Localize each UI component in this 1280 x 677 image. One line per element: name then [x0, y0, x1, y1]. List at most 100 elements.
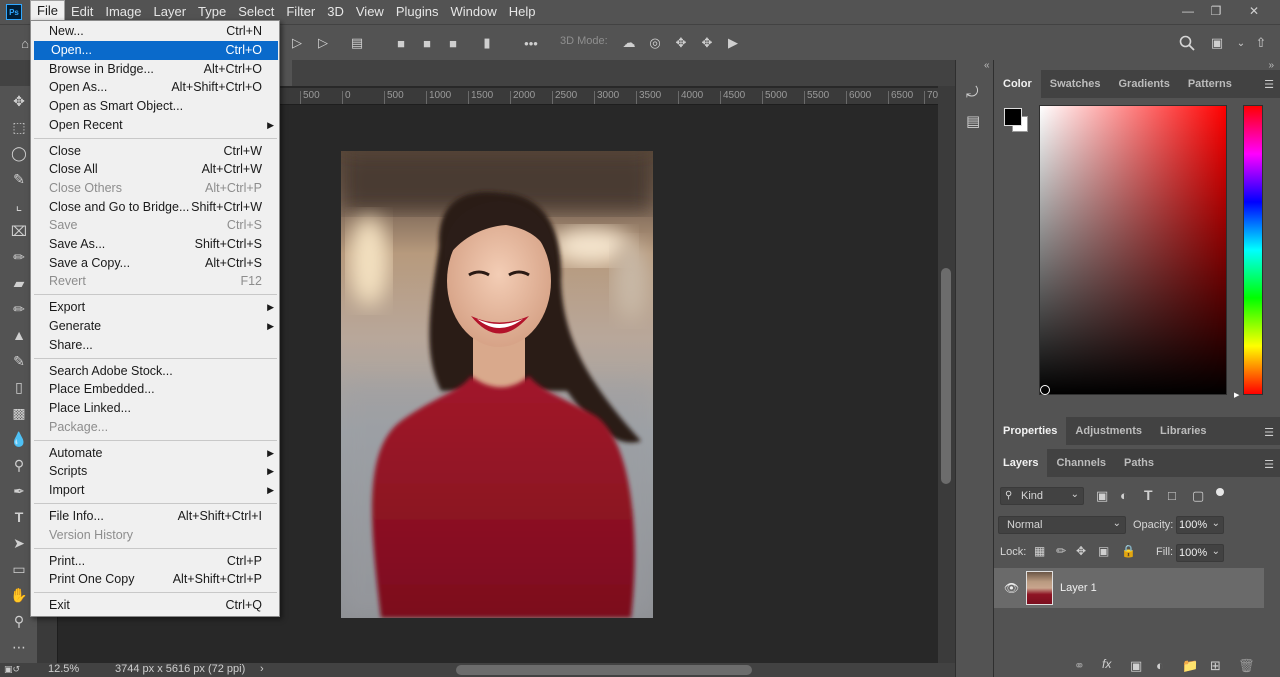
move-tool-icon[interactable]: ✥ [8, 90, 30, 112]
comments-panel-icon[interactable]: ▤ [966, 112, 980, 130]
foreground-color-swatch[interactable] [1004, 108, 1022, 126]
layer-effects-icon[interactable]: fx [1102, 657, 1111, 671]
restore-icon[interactable]: ❐ [1200, 0, 1232, 22]
lock-artboard-icon[interactable]: ▣ [1098, 544, 1109, 558]
menu-item-close-all[interactable]: Close All Alt+Ctrl+W [32, 160, 278, 179]
eyedropper-tool-icon[interactable]: ✏ [8, 246, 30, 268]
type-tool-icon[interactable]: T [8, 506, 30, 528]
filter-toggle-icon[interactable] [1216, 488, 1224, 496]
delete-layer-icon[interactable]: 🗑 [1238, 658, 1255, 674]
menu-item-open-as[interactable]: Open As... Alt+Shift+Ctrl+O [32, 78, 278, 97]
lock-transparent-pixels-icon[interactable]: ▦ [1034, 544, 1045, 558]
menu-item-close-and-go-to-bridge[interactable]: Close and Go to Bridge... Shift+Ctrl+W [32, 198, 278, 217]
layer-thumbnail[interactable] [1026, 571, 1053, 605]
tab-layers[interactable]: Layers [994, 449, 1048, 477]
menu-item-browse-in-bridge[interactable]: Browse in Bridge... Alt+Ctrl+O [32, 60, 278, 79]
new-adjustment-layer-icon[interactable]: ◐ [1156, 658, 1164, 673]
tab-patterns[interactable]: Patterns [1179, 70, 1241, 98]
menu-item-automate[interactable]: Automate ▶ [32, 444, 278, 463]
edit-toolbar-icon[interactable]: ⋯ [8, 636, 30, 658]
zoom-level[interactable]: 12.5% [48, 663, 79, 675]
close-icon[interactable]: ✕ [1238, 0, 1270, 22]
horizontal-scroll-thumb[interactable] [456, 665, 752, 675]
align-right-edges-icon[interactable]: ▷ [288, 34, 306, 52]
menu-item-save-a-copy[interactable]: Save a Copy... Alt+Ctrl+S [32, 254, 278, 273]
tab-libraries[interactable]: Libraries [1151, 417, 1215, 445]
menu-item-generate[interactable]: Generate ▶ [32, 317, 278, 336]
layers-panel-menu-icon[interactable]: ☰ [1264, 458, 1274, 471]
menu-window[interactable]: Window [444, 0, 502, 24]
menu-3d[interactable]: 3D [321, 0, 350, 24]
menu-item-close[interactable]: Close Ctrl+W [32, 142, 278, 161]
clone-stamp-tool-icon[interactable]: ▲ [8, 324, 30, 346]
menu-item-print[interactable]: Print... Ctrl+P [32, 552, 278, 571]
tab-paths[interactable]: Paths [1115, 449, 1163, 477]
menu-item-exit[interactable]: Exit Ctrl+Q [32, 596, 278, 615]
align-bottom-icon[interactable]: ■ [444, 34, 462, 52]
blur-tool-icon[interactable]: 💧 [8, 428, 30, 450]
chevron-right-icon[interactable]: › [260, 663, 264, 675]
new-group-icon[interactable]: 📁 [1182, 658, 1198, 674]
menu-item-open[interactable]: Open... Ctrl+O [34, 41, 278, 60]
opacity-field[interactable]: 100% ⌄ [1176, 516, 1224, 534]
filter-smart-objects-icon[interactable]: ▢ [1192, 488, 1204, 504]
eraser-tool-icon[interactable]: ▯ [8, 376, 30, 398]
link-layers-icon[interactable]: ⚭ [1074, 658, 1085, 674]
layer-row[interactable]: 👁 Layer 1 [994, 568, 1264, 608]
document-tab[interactable] [280, 60, 292, 86]
marquee-tool-icon[interactable]: ⬚ [8, 116, 30, 138]
menu-item-import[interactable]: Import ▶ [32, 481, 278, 500]
3d-pan-icon[interactable]: ✥ [672, 34, 690, 52]
menu-item-print-one-copy[interactable]: Print One Copy Alt+Shift+Ctrl+P [32, 570, 278, 589]
tab-gradients[interactable]: Gradients [1109, 70, 1178, 98]
lasso-tool-icon[interactable]: ◯ [8, 142, 30, 164]
layer-filter-kind-select[interactable]: ⚲ Kind ⌄ [1000, 487, 1084, 505]
zoom-tool-icon[interactable]: ⚲ [8, 610, 30, 632]
path-selection-tool-icon[interactable]: ➤ [8, 532, 30, 554]
share-icon[interactable]: ⇧ [1252, 34, 1270, 52]
dodge-tool-icon[interactable]: ⚲ [8, 454, 30, 476]
menu-item-place-linked[interactable]: Place Linked... [32, 399, 278, 418]
rectangle-tool-icon[interactable]: ▭ [8, 558, 30, 580]
add-mask-icon[interactable]: ▣ [1130, 658, 1142, 674]
canvas-scroll-thumb[interactable] [941, 268, 951, 484]
eye-icon[interactable]: 👁 [1004, 581, 1019, 595]
lock-all-icon[interactable]: 🔒 [1121, 544, 1136, 558]
color-field[interactable] [1039, 105, 1227, 395]
filter-adjustment-layers-icon[interactable]: ◐ [1120, 488, 1128, 503]
tab-swatches[interactable]: Swatches [1041, 70, 1110, 98]
collapse-panels-icon[interactable]: « [984, 60, 990, 71]
chevron-down-icon[interactable]: ⌄ [1232, 34, 1250, 52]
menu-item-file-info[interactable]: File Info... Alt+Shift+Ctrl+I [32, 507, 278, 526]
3d-scale-icon[interactable]: ▶ [724, 34, 742, 52]
lock-image-pixels-icon[interactable]: ✏ [1056, 544, 1066, 558]
menu-item-save-as[interactable]: Save As... Shift+Ctrl+S [32, 235, 278, 254]
menu-item-export[interactable]: Export ▶ [32, 298, 278, 317]
filter-pixel-layers-icon[interactable]: ▣ [1096, 488, 1108, 504]
menu-item-place-embedded[interactable]: Place Embedded... [32, 380, 278, 399]
gradient-tool-icon[interactable]: ▩ [8, 402, 30, 424]
properties-panel-menu-icon[interactable]: ☰ [1264, 426, 1274, 439]
crop-tool-icon[interactable]: ⌞ [8, 194, 30, 216]
tab-properties[interactable]: Properties [994, 417, 1067, 445]
layer-name[interactable]: Layer 1 [1060, 582, 1097, 594]
align-top-icon[interactable]: ■ [392, 34, 410, 52]
fill-field[interactable]: 100% ⌄ [1176, 544, 1224, 562]
brush-tool-icon[interactable]: ✏ [8, 298, 30, 320]
menu-item-open-recent[interactable]: Open Recent ▶ [32, 116, 278, 135]
hue-slider-handle[interactable]: ▶ [1234, 391, 1239, 399]
align-vertical-center-icon[interactable]: ■ [418, 34, 436, 52]
menu-item-scripts[interactable]: Scripts ▶ [32, 462, 278, 481]
menu-file[interactable]: File [30, 0, 65, 22]
color-picker-cursor[interactable] [1040, 385, 1050, 395]
menu-view[interactable]: View [350, 0, 390, 24]
frame-tool-icon[interactable]: ⌧ [8, 220, 30, 242]
quick-selection-tool-icon[interactable]: ✎ [8, 168, 30, 190]
align-right-icon[interactable]: ▷ [314, 34, 332, 52]
workspace-icon[interactable]: ▣ [1208, 34, 1226, 52]
tab-channels[interactable]: Channels [1047, 449, 1115, 477]
document-info[interactable]: 3744 px x 5616 px (72 ppi) [115, 663, 245, 675]
menu-item-search-adobe-stock[interactable]: Search Adobe Stock... [32, 362, 278, 381]
more-options-button[interactable]: ••• [520, 34, 542, 52]
hand-tool-icon[interactable]: ✋ [8, 584, 30, 606]
